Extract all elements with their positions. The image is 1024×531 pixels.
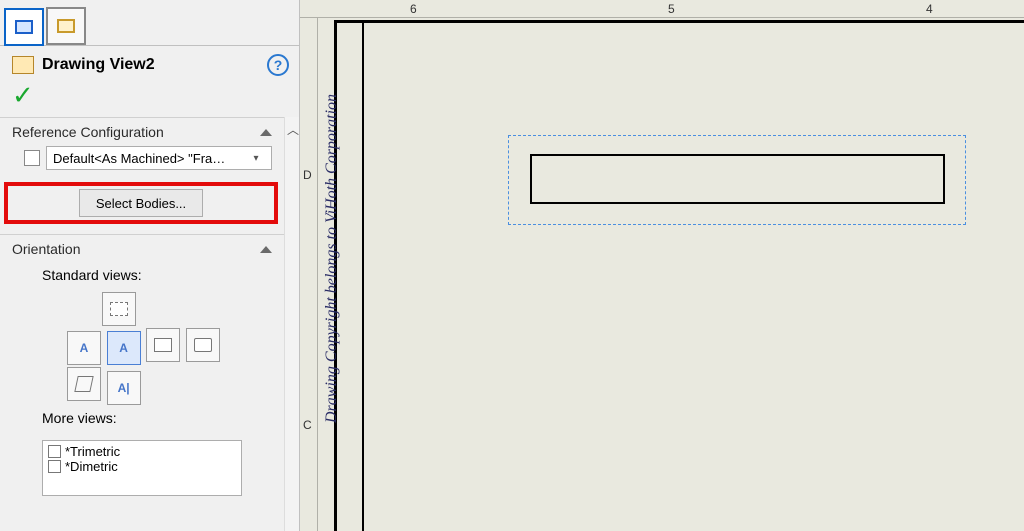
standard-views-grid: A A A|: [0, 291, 284, 406]
view-front-icon: A: [119, 341, 128, 355]
view-bottom-icon: A|: [118, 381, 130, 395]
list-item[interactable]: *Dimetric: [48, 459, 236, 474]
property-manager-header: Drawing View2 ?: [0, 46, 299, 80]
view-left-icon: A: [80, 341, 89, 355]
view-back-button[interactable]: [186, 328, 220, 362]
select-bodies-highlight: Select Bodies...: [4, 182, 278, 224]
tab-icon: [15, 20, 33, 34]
chevron-up-icon: [260, 129, 272, 136]
view-top-icon: [110, 302, 128, 316]
scroll-up-icon[interactable]: ︿: [287, 121, 299, 138]
tab-icon: [57, 19, 75, 33]
standard-views-label: Standard views:: [0, 263, 284, 291]
view-left-button[interactable]: A: [67, 331, 101, 365]
ruler-tick: 6: [410, 2, 417, 16]
dropdown-value: Default<As Machined> "Fra…: [53, 151, 247, 166]
config-tree-icon: [24, 150, 40, 166]
section-heading-label: Reference Configuration: [12, 124, 164, 140]
list-item-label: *Trimetric: [65, 444, 120, 459]
view-right-button[interactable]: [146, 328, 180, 362]
chevron-down-icon: ▾: [247, 153, 265, 164]
panel-scrollbar[interactable]: ︿: [284, 117, 299, 531]
drawing-view-geometry[interactable]: [530, 154, 945, 204]
checkbox-dimetric[interactable]: [48, 460, 61, 473]
help-icon[interactable]: ?: [267, 54, 289, 76]
view-iso-icon: [74, 376, 93, 392]
drawing-canvas[interactable]: 6 5 4 D C Drawing Copyright belongs to V…: [300, 0, 1024, 531]
ruler-tick: 5: [668, 2, 675, 16]
sheet-border-inner: [362, 20, 1024, 531]
chevron-up-icon: [260, 246, 272, 253]
more-views-list[interactable]: *Trimetric *Dimetric: [42, 440, 242, 496]
view-right-icon: [154, 338, 172, 352]
tab-configuration-manager[interactable]: [46, 7, 86, 45]
panel-title: Drawing View2: [42, 56, 259, 74]
list-item[interactable]: *Trimetric: [48, 444, 236, 459]
ruler-horizontal: 6 5 4: [300, 0, 1024, 18]
drawing-view-icon: [12, 56, 34, 74]
copyright-text: Drawing Copyright belongs to ViHoth Corp…: [323, 94, 341, 423]
ruler-tick: C: [303, 418, 312, 432]
ruler-vertical: D C: [300, 18, 318, 531]
tab-feature-manager[interactable]: [4, 8, 44, 46]
view-bottom-button[interactable]: A|: [107, 371, 141, 405]
section-reference-configuration[interactable]: Reference Configuration: [0, 118, 284, 146]
ok-checkmark-icon[interactable]: ✓: [0, 80, 299, 117]
more-views-label: More views:: [0, 406, 284, 434]
list-item-label: *Dimetric: [65, 459, 118, 474]
drawing-sheet: Drawing Copyright belongs to ViHoth Corp…: [322, 22, 1024, 531]
view-iso-button[interactable]: [67, 367, 101, 401]
view-front-button[interactable]: A: [107, 331, 141, 365]
reference-config-dropdown[interactable]: Default<As Machined> "Fra… ▾: [46, 146, 272, 170]
ruler-tick: D: [303, 168, 312, 182]
property-manager-tabs: [0, 0, 299, 46]
checkbox-trimetric[interactable]: [48, 445, 61, 458]
view-back-icon: [194, 338, 212, 352]
section-heading-label: Orientation: [12, 241, 80, 257]
section-orientation[interactable]: Orientation: [0, 235, 284, 263]
ruler-tick: 4: [926, 2, 933, 16]
view-top-button[interactable]: [102, 292, 136, 326]
select-bodies-button[interactable]: Select Bodies...: [79, 189, 203, 217]
